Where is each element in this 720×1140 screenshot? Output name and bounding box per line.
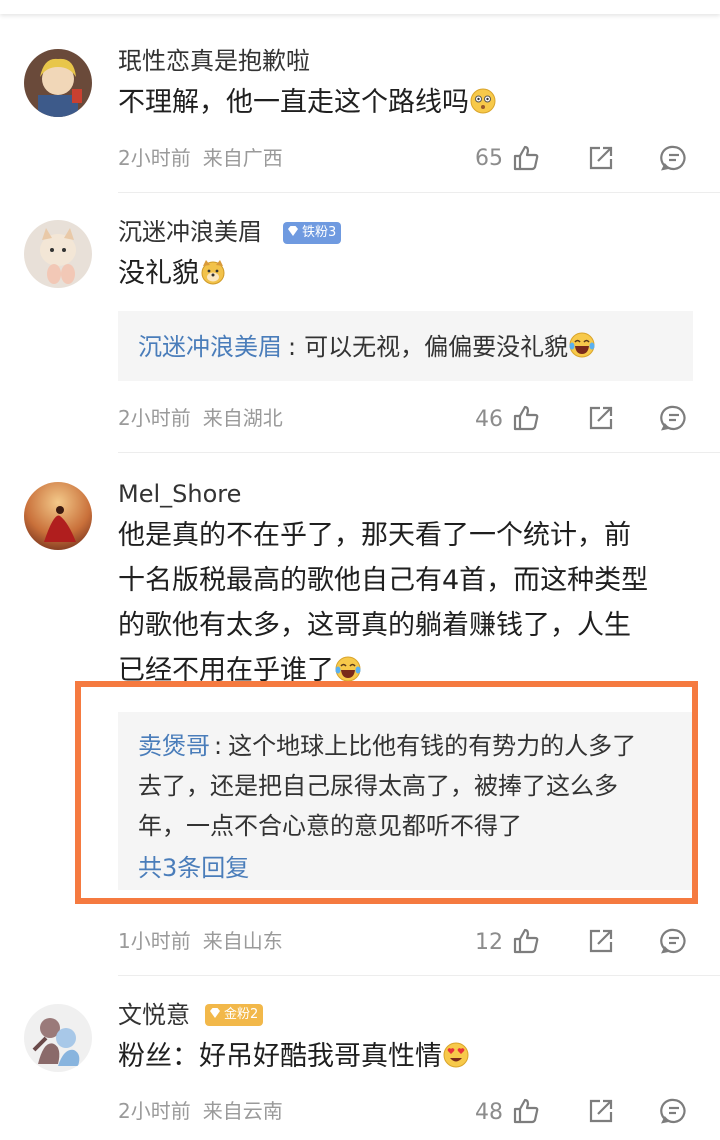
comment-meta: 2小时前 来自湖北 [118, 404, 283, 432]
username[interactable]: 文悦意 [118, 999, 190, 1031]
like-count: 12 [475, 930, 503, 955]
dog-face-emoji [201, 260, 225, 285]
location: 来自云南 [202, 1099, 283, 1123]
diamond-icon [210, 1008, 220, 1018]
share-icon[interactable] [587, 1097, 615, 1125]
divider [118, 975, 720, 976]
divider [118, 452, 720, 453]
laughing-tears-emoji [335, 656, 361, 681]
heart-eyes-emoji [443, 1042, 469, 1068]
reply-preview[interactable]: 卖煲哥: 这个地球上比他有钱的有势力的人多了 去了，还是把自己尿得太高了，被捧了这… [118, 712, 693, 890]
location: 来自湖北 [202, 406, 283, 430]
fan-badge: 铁粉3 [283, 222, 342, 244]
comment-meta: 2小时前 来自云南 [118, 1097, 283, 1125]
avatar[interactable] [24, 49, 92, 117]
username[interactable]: 沉迷冲浪美眉 [118, 216, 262, 248]
view-replies-link[interactable]: 共3条回复 [138, 850, 249, 886]
laughing-tears-emoji [569, 332, 595, 358]
reply-text: 沉迷冲浪美眉: 可以无视，偏偏要没礼貌 [138, 327, 596, 367]
timestamp: 1小时前 [118, 929, 191, 953]
location: 来自山东 [202, 929, 283, 953]
divider [118, 192, 720, 193]
comment-icon[interactable] [660, 144, 688, 172]
username[interactable]: Mel_Shore [118, 478, 241, 510]
like-count: 65 [475, 146, 503, 171]
comment-icon[interactable] [660, 927, 688, 955]
thumbs-up-icon[interactable] [512, 927, 540, 955]
username[interactable]: 珉性恋真是抱歉啦 [118, 45, 310, 77]
avatar[interactable] [24, 482, 92, 550]
reply-preview[interactable]: 沉迷冲浪美眉: 可以无视，偏偏要没礼貌 [118, 311, 693, 381]
comment-meta: 1小时前 来自山东 [118, 927, 283, 955]
comment-text: 不理解，他一直走这个路线吗 [118, 80, 688, 125]
top-bar-edge [0, 0, 720, 14]
diamond-icon [288, 226, 298, 236]
timestamp: 2小时前 [118, 406, 191, 430]
share-icon[interactable] [587, 144, 615, 172]
reply-author[interactable]: 卖煲哥 [138, 732, 210, 760]
thumbs-up-icon[interactable] [512, 404, 540, 432]
timestamp: 2小时前 [118, 1099, 191, 1123]
like-count: 48 [475, 1100, 503, 1125]
share-icon[interactable] [587, 404, 615, 432]
reply-text: 卖煲哥: 这个地球上比他有钱的有势力的人多了 去了，还是把自己尿得太高了，被捧了这… [138, 732, 637, 840]
like-count: 46 [475, 407, 503, 432]
avatar[interactable] [24, 220, 92, 288]
comment-icon[interactable] [660, 1097, 688, 1125]
thumbs-up-icon[interactable] [512, 1097, 540, 1125]
comment-text: 他是真的不在乎了，那天看了一个统计，前 十名版税最高的歌他自己有4首，而这种类型… [118, 520, 649, 681]
comment-text: 没礼貌 [118, 251, 688, 296]
share-icon[interactable] [587, 927, 615, 955]
reply-author[interactable]: 沉迷冲浪美眉 [138, 333, 282, 361]
fan-badge: 金粉2 [205, 1004, 264, 1026]
comment-icon[interactable] [660, 404, 688, 432]
comment-text: 粉丝：好吊好酷我哥真性情 [118, 1034, 688, 1079]
location: 来自广西 [202, 146, 283, 170]
timestamp: 2小时前 [118, 146, 191, 170]
comment-meta: 2小时前 来自广西 [118, 144, 283, 172]
avatar[interactable] [24, 1004, 92, 1072]
thumbs-up-icon[interactable] [512, 144, 540, 172]
flushed-face-emoji [470, 88, 496, 114]
